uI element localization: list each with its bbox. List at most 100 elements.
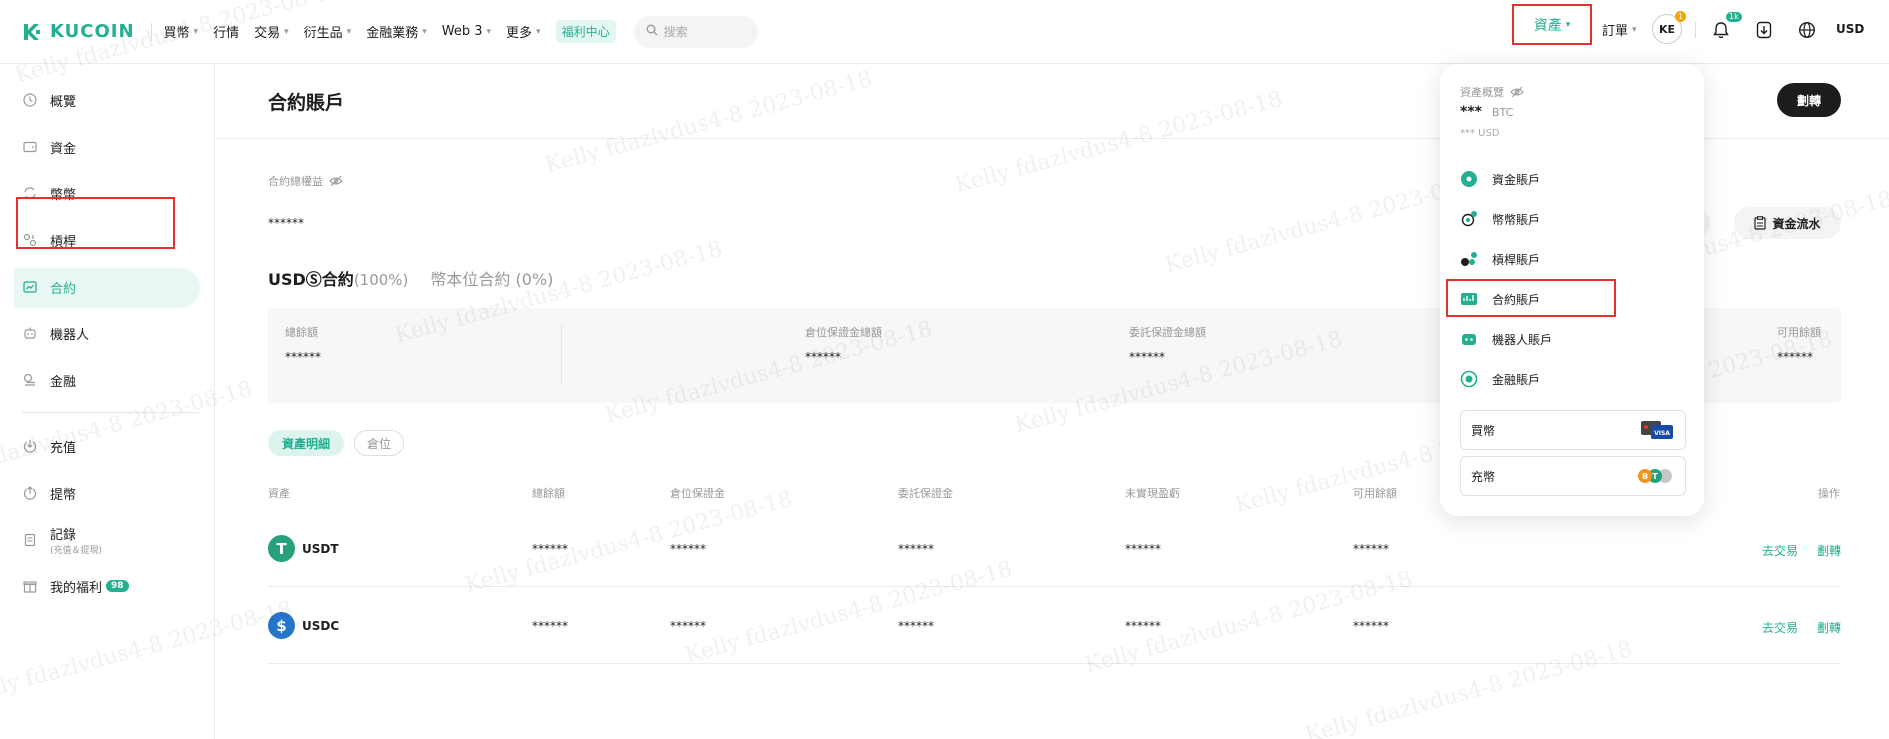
menu-item-earn-account[interactable]: 金融賬戶 [1460,370,1540,388]
sidebar-item-earn[interactable]: 金融 [22,368,76,392]
margin-account-icon [1460,250,1478,268]
svg-text:VISA: VISA [1654,430,1670,437]
chevron-down-icon: ▾ [486,26,492,37]
summary-position-margin: 倉位保證金總額 ****** [805,324,882,364]
total-equity-value: ****** [268,216,304,230]
tab-positions[interactable]: 倉位 [354,430,405,456]
svg-text:B: B [1642,472,1648,481]
menu-item-funding-account[interactable]: 資金賬戶 [1460,170,1540,188]
chevron-down-icon: ▾ [1565,19,1571,30]
nav-more[interactable]: 更多 ▾ [506,22,541,41]
fund-flow-button[interactable]: 資金流水 [1734,207,1841,239]
sidebar-item-label: 金融 [50,374,77,390]
watermark-text: Kelly fdazlvdus4-8 2023-08-18 [952,86,1286,199]
cell-unrealized-pnl: ****** [1125,619,1161,633]
tab-label: USDⓈ合約 [268,270,354,289]
transfer-button[interactable]: 劃轉 [1777,83,1841,117]
crypto-coins-icon: BT [1637,468,1673,484]
summary-value: ****** [285,350,321,364]
nav-buy-crypto[interactable]: 買幣 ▾ [164,22,199,41]
sidebar-item-funding[interactable]: 資金 [22,135,76,159]
kucoin-logo[interactable]: KUCOIN [22,0,135,64]
sidebar-item-deposit[interactable]: 充值 [22,434,76,458]
transfer-link[interactable]: 劃轉 [1817,619,1841,636]
btc-unit: BTC [1491,106,1514,119]
sidebar-item-withdraw[interactable]: 提幣 [22,481,76,505]
tab-usds-futures[interactable]: USDⓈ合約(100%) [268,266,408,290]
menu-item-spot-account[interactable]: 幣幣賬戶 [1460,210,1540,228]
assets-menu-button[interactable]: 資產 ▾ [1512,4,1592,45]
transfer-link[interactable]: 劃轉 [1817,542,1841,559]
buy-crypto-card[interactable]: 買幣 VISA [1460,410,1686,450]
sidebar-item-overview[interactable]: 概覽 [22,88,76,112]
nav-label: 金融業務 [366,26,419,41]
earn-account-icon [1460,370,1478,388]
notification-count-badge: 1k [1726,12,1742,22]
nav-label: 交易 [254,26,281,41]
asset-cell: $ USDC [268,612,339,639]
asset-overview-label[interactable]: 資產概覽 [1460,84,1524,100]
cell-position-margin: ****** [670,542,706,556]
futures-icon [22,279,38,295]
summary-value: ****** [805,350,841,364]
menu-item-label: 資金賬戶 [1492,172,1541,187]
asset-name: USDC [302,618,340,633]
download-icon[interactable] [1752,18,1776,42]
robot-icon [1460,330,1478,348]
nav-markets[interactable]: 行情 [213,22,239,41]
sidebar-item-records[interactable]: 記錄 (充值＆提現) [22,524,102,556]
column-header: 未實現盈虧 [1125,487,1180,500]
chevron-down-icon: ▾ [1632,24,1637,35]
usdc-icon: $ [268,612,295,639]
deposit-crypto-card[interactable]: 充幣 BT [1460,456,1686,496]
nav-finance[interactable]: 金融業務 ▾ [366,22,427,41]
trade-link[interactable]: 去交易 [1762,542,1798,559]
sidebar-item-label: 資金 [50,141,77,157]
sidebar-item-futures[interactable]: 合約 [22,275,76,299]
assets-label: 資產 [1533,17,1562,34]
usd-balance: *** USD [1460,128,1500,139]
kucoin-logo-icon [22,21,46,43]
eye-off-icon[interactable] [1510,86,1524,98]
sidebar-item-bot[interactable]: 機器人 [22,321,89,345]
sidebar-item-my-rewards[interactable]: 我的福利 98 [22,574,129,598]
column-header: 倉位保證金 [670,487,725,500]
asset-cell: T USDT [268,535,339,562]
column-header: 總餘額 [532,487,565,500]
rewards-count-badge: 98 [106,580,129,592]
cell-order-margin: ****** [898,619,934,633]
chevron-down-icon: ▾ [422,26,427,37]
summary-label: 倉位保證金總額 [805,326,882,339]
table-row: T USDT ****** ****** ****** ****** *****… [268,511,1841,587]
menu-item-bot-account[interactable]: 機器人賬戶 [1460,330,1552,348]
tab-asset-details[interactable]: 資產明細 [268,430,345,456]
column-header: 可用餘額 [1353,487,1397,500]
menu-item-margin-account[interactable]: 槓桿賬戶 [1460,250,1540,268]
welfare-center-link[interactable]: 福利中心 [555,20,616,43]
orders-label: 訂單 [1602,24,1629,39]
summary-available-balance: 可用餘額 ****** [1777,324,1821,364]
orders-menu-button[interactable]: 訂單 ▾ [1602,20,1637,39]
globe-icon[interactable] [1795,18,1819,42]
sidebar: 概覽 資金 幣幣 槓桿 合約 機器人 金融 充值 提幣 記錄 (充值＆提現) 我… [0,64,215,739]
eye-off-icon[interactable] [329,175,343,187]
sidebar-item-label: 記錄 [50,528,77,543]
sidebar-item-label: 我的福利 [50,580,103,596]
nav-derivatives[interactable]: 衍生品 ▾ [304,22,352,41]
nav-label: 更多 [506,26,533,41]
earn-icon [22,372,38,388]
clipboard-icon [1754,216,1767,230]
wallet-icon [22,139,38,155]
tab-coin-margined-futures[interactable]: 幣本位合約 (0%) [430,266,553,290]
nav-label: 買幣 [163,26,190,41]
search-input[interactable]: 搜索 [633,15,758,48]
menu-item-label: 槓桿賬戶 [1492,252,1541,267]
cell-total-balance: ****** [532,542,568,556]
nav-web3[interactable]: Web 3 ▾ [442,24,491,39]
currency-selector[interactable]: USD [1836,22,1864,36]
trade-link[interactable]: 去交易 [1762,619,1798,636]
cell-order-margin: ****** [898,542,934,556]
total-equity-text: 合約總權益 [268,175,323,188]
nav-trade[interactable]: 交易 ▾ [254,22,289,41]
spot-account-icon [1460,210,1478,228]
